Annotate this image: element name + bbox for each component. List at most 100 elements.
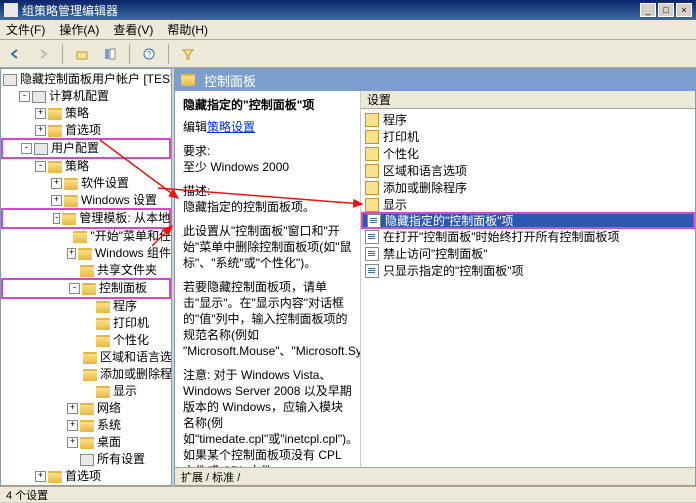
tree-item[interactable]: +Windows 组件 [1,245,171,262]
collapse-icon[interactable]: - [53,213,60,224]
list-item-label: 打印机 [383,128,419,145]
up-button[interactable] [71,43,93,65]
folder-icon [365,164,379,178]
list-item-label: 程序 [383,111,407,128]
desc-text: 隐藏指定的控制面板项。 [183,200,315,214]
tree-item[interactable]: +Windows 设置 [1,192,171,209]
close-button[interactable]: × [676,3,692,17]
list-item[interactable]: 个性化 [361,145,695,162]
filter-button[interactable] [177,43,199,65]
tree-item[interactable]: 显示 [1,383,171,400]
expand-icon[interactable]: + [35,125,46,136]
document-icon [365,230,379,244]
expand-icon[interactable]: + [35,108,46,119]
tree-item[interactable]: 共享文件夹 [1,262,171,279]
list-item-label: 隐藏指定的"控制面板"项 [385,212,514,229]
list-item-label: 区域和语言选项 [383,162,467,179]
column-header-setting[interactable]: 设置 [361,91,695,109]
folder-icon [365,181,379,195]
menu-bar: 文件(F) 操作(A) 查看(V) 帮助(H) [0,20,696,40]
list-item[interactable]: 隐藏指定的"控制面板"项 [361,212,695,229]
tree-item[interactable]: 程序 [1,298,171,315]
tree-item[interactable]: 添加或删除程 [1,366,171,383]
list-item[interactable]: 区域和语言选项 [361,162,695,179]
folder-icon [365,198,379,212]
tree-item[interactable]: 区域和语言选 [1,349,171,366]
collapse-icon[interactable]: - [19,91,30,102]
collapse-icon[interactable]: - [21,143,32,154]
edit-label: 编辑 [183,120,207,134]
expand-icon[interactable]: + [51,178,62,189]
show-hide-button[interactable] [99,43,121,65]
expand-icon[interactable]: + [67,437,78,448]
folder-icon [365,130,379,144]
desc-title: 隐藏指定的"控制面板"项 [183,97,352,113]
window-title: 组策略管理编辑器 [22,2,118,19]
tree-root[interactable]: 隐藏控制面板用户帐户 [TEST-F [1,71,171,88]
tree-item[interactable]: "开始"菜单和任 [1,228,171,245]
main-header-title: 控制面板 [204,71,256,90]
tree-user-config[interactable]: -用户配置 [1,138,171,159]
maximize-button[interactable]: □ [658,3,674,17]
tree-item[interactable]: +策略 [1,105,171,122]
list-item-label: 显示 [383,196,407,213]
main-header: 控制面板 [175,69,695,91]
menu-file[interactable]: 文件(F) [6,21,45,38]
title-bar: 组策略管理编辑器 _ □ × [0,0,696,20]
tree-item[interactable]: +软件设置 [1,175,171,192]
list-item[interactable]: 禁止访问"控制面板" [361,245,695,262]
list-item[interactable]: 程序 [361,111,695,128]
req-value: 至少 Windows 2000 [183,160,289,174]
list-item-label: 添加或删除程序 [383,179,467,196]
list-item-label: 只显示指定的"控制面板"项 [383,262,524,279]
description-pane: 隐藏指定的"控制面板"项 编辑策略设置 要求: 至少 Windows 2000 描… [175,91,361,467]
toolbar: ? [0,40,696,68]
tree-item[interactable]: 打印机 [1,315,171,332]
tree-admin-templates[interactable]: -管理模板: 从本地计 [1,208,171,229]
help-button[interactable]: ? [138,43,160,65]
expand-icon[interactable]: + [35,471,46,482]
menu-action[interactable]: 操作(A) [59,21,99,38]
document-icon [367,214,381,228]
expand-icon[interactable]: + [51,195,62,206]
document-icon [365,264,379,278]
tree-item[interactable]: +系统 [1,417,171,434]
list-item-label: 在打开"控制面板"时始终打开所有控制面板项 [383,228,620,245]
tree-item[interactable]: 所有设置 [1,451,171,468]
list-item[interactable]: 添加或删除程序 [361,179,695,196]
minimize-button[interactable]: _ [640,3,656,17]
desc-text: 注意: 对于 Windows Vista、Windows Server 2008… [183,367,352,467]
collapse-icon[interactable]: - [69,283,80,294]
back-button[interactable] [4,43,26,65]
tree-item[interactable]: +首选项 [1,468,171,485]
tree-item[interactable]: -策略 [1,158,171,175]
tree-item[interactable]: +网络 [1,400,171,417]
list-item[interactable]: 显示 [361,196,695,213]
tree-control-panel[interactable]: -控制面板 [1,278,171,299]
folder-icon [365,113,379,127]
desc-text: 若要隐藏控制面板项，请单击"显示"。在"显示内容"对话框的"值"列中，输入控制面… [183,279,352,359]
app-icon [4,3,18,17]
list-item[interactable]: 打印机 [361,128,695,145]
menu-view[interactable]: 查看(V) [113,21,153,38]
collapse-icon[interactable]: - [35,161,46,172]
expand-icon[interactable]: + [67,420,78,431]
svg-text:?: ? [147,50,152,59]
desc-label: 描述: [183,184,210,198]
list-item[interactable]: 在打开"控制面板"时始终打开所有控制面板项 [361,228,695,245]
forward-button[interactable] [32,43,54,65]
tree-pane: 隐藏控制面板用户帐户 [TEST-F -计算机配置 +策略 +首选项 -用户配置… [0,68,172,486]
tab-strip[interactable]: 扩展 / 标准 / [175,467,695,485]
menu-help[interactable]: 帮助(H) [167,21,208,38]
tree-item[interactable]: +首选项 [1,122,171,139]
edit-policy-link[interactable]: 策略设置 [207,120,255,134]
tree-item[interactable]: 个性化 [1,332,171,349]
req-label: 要求: [183,144,210,158]
expand-icon[interactable]: + [67,248,76,259]
tree-computer-config[interactable]: -计算机配置 [1,88,171,105]
desc-text: 此设置从"控制面板"窗口和"开始"菜单中删除控制面板项(如"鼠标"、"系统"或"… [183,223,352,271]
list-item[interactable]: 只显示指定的"控制面板"项 [361,262,695,279]
expand-icon[interactable]: + [67,403,78,414]
document-icon [365,247,379,261]
tree-item[interactable]: +桌面 [1,434,171,451]
